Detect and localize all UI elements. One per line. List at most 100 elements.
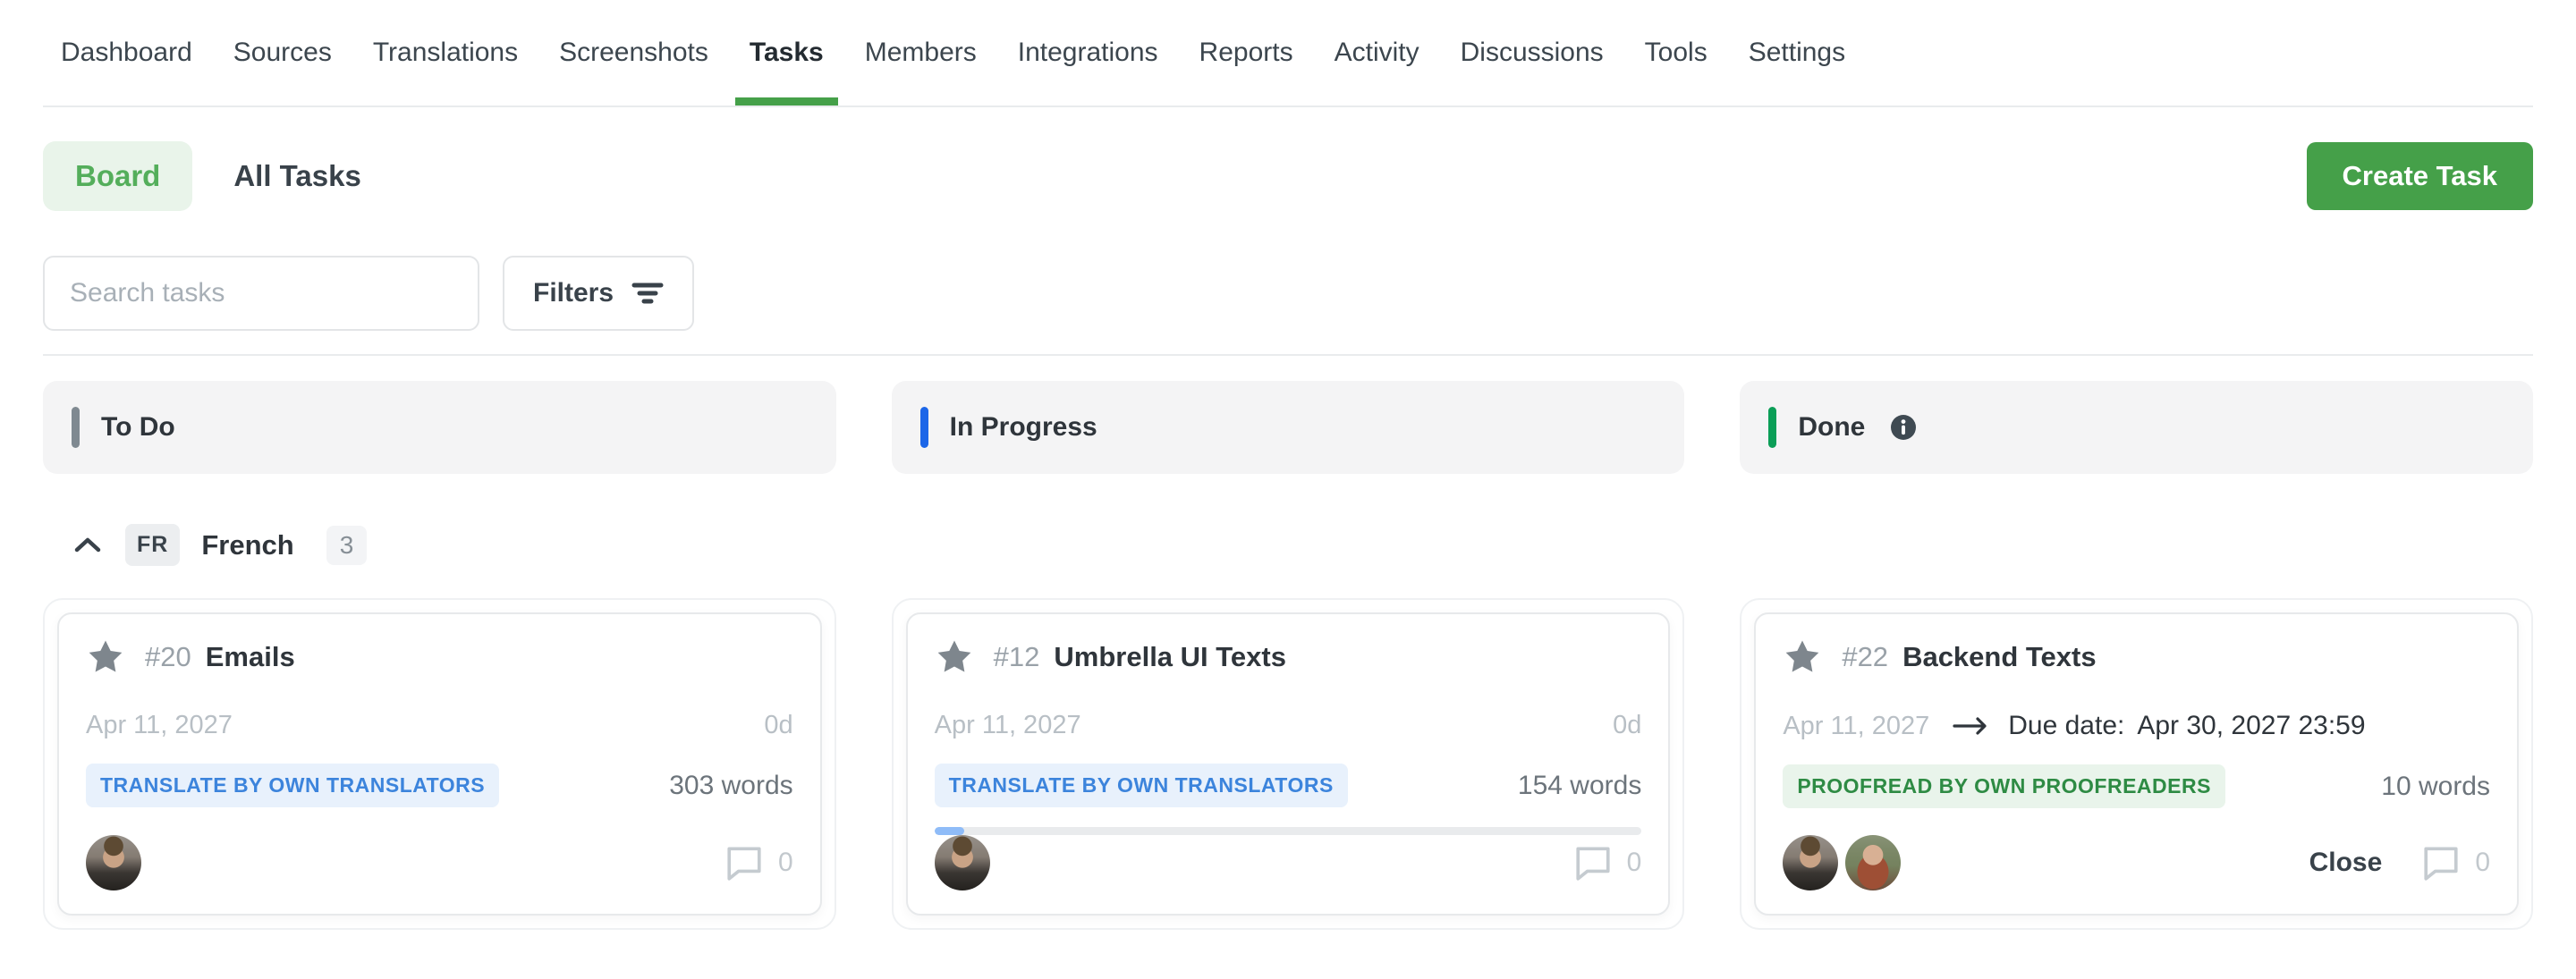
column-label: To Do: [101, 412, 175, 443]
start-date: Apr 11, 2027: [935, 711, 1081, 740]
top-nav: Dashboard Sources Translations Screensho…: [0, 0, 2576, 105]
nav-divider: [43, 105, 2533, 107]
task-card-backend-texts[interactable]: #22 Backend Texts Apr 11, 2027 Due date:…: [1754, 612, 2519, 916]
card-date-row: Apr 11, 2027 0d: [86, 711, 793, 740]
avatar: [935, 835, 990, 890]
comment-bubble-icon: [724, 845, 764, 881]
star-icon[interactable]: [86, 637, 125, 677]
column-header-todo: To Do: [43, 381, 836, 474]
task-title: Umbrella UI Texts: [1054, 641, 1286, 673]
filter-funnel-icon: [631, 282, 664, 306]
duration: 0d: [1613, 711, 1641, 740]
assignee-avatars: [935, 835, 990, 890]
task-card-emails[interactable]: #20 Emails Apr 11, 2027 0d TRANSLATE BY …: [57, 612, 822, 916]
task-type-badge: PROOFREAD BY OWN PROOFREADERS: [1783, 764, 2225, 808]
start-date: Apr 11, 2027: [1783, 712, 1929, 741]
card-actions: 0: [1573, 845, 1642, 881]
duration: 0d: [764, 711, 792, 740]
card-actions: 0: [724, 845, 793, 881]
nav-item-settings[interactable]: Settings: [1749, 0, 1845, 105]
card-title-row: #20 Emails: [86, 637, 793, 677]
nav-item-activity[interactable]: Activity: [1335, 0, 1419, 105]
nav-item-tasks[interactable]: Tasks: [750, 0, 824, 105]
task-type-badge: TRANSLATE BY OWN TRANSLATORS: [935, 764, 1348, 807]
task-card-umbrella-ui-texts[interactable]: #12 Umbrella UI Texts Apr 11, 2027 0d TR…: [906, 612, 1671, 916]
task-cards-row: #20 Emails Apr 11, 2027 0d TRANSLATE BY …: [43, 598, 2533, 930]
board-divider: [43, 354, 2533, 356]
due-date-label: Due date:: [2008, 711, 2124, 741]
card-title-row: #12 Umbrella UI Texts: [935, 637, 1642, 677]
filters-button[interactable]: Filters: [503, 256, 694, 331]
all-tasks-view-toggle[interactable]: All Tasks: [233, 159, 360, 193]
progress-bar-fill: [935, 827, 964, 835]
nav-item-screenshots[interactable]: Screenshots: [559, 0, 708, 105]
column-label: Done: [1798, 412, 1865, 443]
nav-item-tools[interactable]: Tools: [1645, 0, 1707, 105]
board-columns: To Do In Progress Done: [43, 381, 2533, 474]
search-input[interactable]: [43, 256, 479, 331]
word-count: 303 words: [669, 771, 792, 801]
column-color-bar: [1768, 407, 1776, 448]
close-task-button[interactable]: Close: [2309, 848, 2383, 878]
card-date-row: Apr 11, 2027 Due date: Apr 30, 2027 23:5…: [1783, 711, 2490, 741]
task-title: Emails: [206, 641, 295, 673]
language-code-badge: FR: [125, 524, 180, 566]
card-date-row: Apr 11, 2027 0d: [935, 711, 1642, 740]
view-toolbar: Board All Tasks Create Task: [43, 141, 2533, 211]
comments-button[interactable]: 0: [2421, 845, 2490, 881]
info-icon[interactable]: [1890, 414, 1917, 441]
column-color-bar: [72, 407, 80, 448]
card-badge-row: TRANSLATE BY OWN TRANSLATORS 303 words: [86, 764, 793, 807]
nav-item-dashboard[interactable]: Dashboard: [61, 0, 192, 105]
column-color-bar: [920, 407, 928, 448]
card-actions: Close 0: [2309, 845, 2490, 881]
assignee-avatars: [86, 835, 141, 890]
nav-item-discussions[interactable]: Discussions: [1461, 0, 1604, 105]
card-title-row: #22 Backend Texts: [1783, 637, 2490, 677]
card-shell: #20 Emails Apr 11, 2027 0d TRANSLATE BY …: [43, 598, 836, 930]
task-number: #22: [1842, 641, 1888, 673]
card-footer: 0: [86, 835, 793, 890]
nav-item-members[interactable]: Members: [865, 0, 977, 105]
column-label: In Progress: [950, 412, 1097, 443]
filters-label: Filters: [533, 278, 614, 308]
comment-bubble-icon: [2421, 845, 2461, 881]
assignee-avatars: [1783, 835, 1901, 890]
card-badge-row: PROOFREAD BY OWN PROOFREADERS 10 words: [1783, 764, 2490, 808]
nav-item-integrations[interactable]: Integrations: [1018, 0, 1158, 105]
comments-button[interactable]: 0: [1573, 845, 1642, 881]
card-shell: #12 Umbrella UI Texts Apr 11, 2027 0d TR…: [892, 598, 1685, 930]
nav-item-sources[interactable]: Sources: [233, 0, 332, 105]
word-count: 10 words: [2381, 772, 2490, 802]
word-count: 154 words: [1518, 771, 1641, 801]
task-number: #12: [994, 641, 1040, 673]
comment-count: 0: [1627, 848, 1642, 878]
language-group-header: FR French 3: [73, 524, 2533, 566]
arrow-right-icon: [1953, 715, 1988, 737]
task-type-badge: TRANSLATE BY OWN TRANSLATORS: [86, 764, 499, 807]
avatar: [1845, 835, 1901, 890]
card-shell: #22 Backend Texts Apr 11, 2027 Due date:…: [1740, 598, 2533, 930]
avatar: [86, 835, 141, 890]
column-header-in-progress: In Progress: [892, 381, 1685, 474]
card-badge-row: TRANSLATE BY OWN TRANSLATORS 154 words: [935, 764, 1642, 807]
avatar: [1783, 835, 1838, 890]
column-header-done: Done: [1740, 381, 2533, 474]
nav-item-translations[interactable]: Translations: [373, 0, 518, 105]
comment-count: 0: [2475, 848, 2490, 878]
task-count-badge: 3: [326, 526, 368, 565]
board-view-toggle[interactable]: Board: [43, 141, 192, 211]
language-name: French: [201, 529, 293, 561]
card-footer: 0: [935, 835, 1642, 890]
star-icon[interactable]: [1783, 637, 1822, 677]
comment-count: 0: [778, 848, 793, 878]
create-task-button[interactable]: Create Task: [2307, 142, 2533, 210]
search-row: Filters: [43, 256, 2533, 331]
star-icon[interactable]: [935, 637, 974, 677]
collapse-chevron-icon[interactable]: [73, 536, 102, 553]
nav-item-reports[interactable]: Reports: [1199, 0, 1293, 105]
due-date-value: Apr 30, 2027 23:59: [2137, 711, 2365, 741]
task-number: #20: [145, 641, 191, 673]
comment-bubble-icon: [1573, 845, 1613, 881]
comments-button[interactable]: 0: [724, 845, 793, 881]
